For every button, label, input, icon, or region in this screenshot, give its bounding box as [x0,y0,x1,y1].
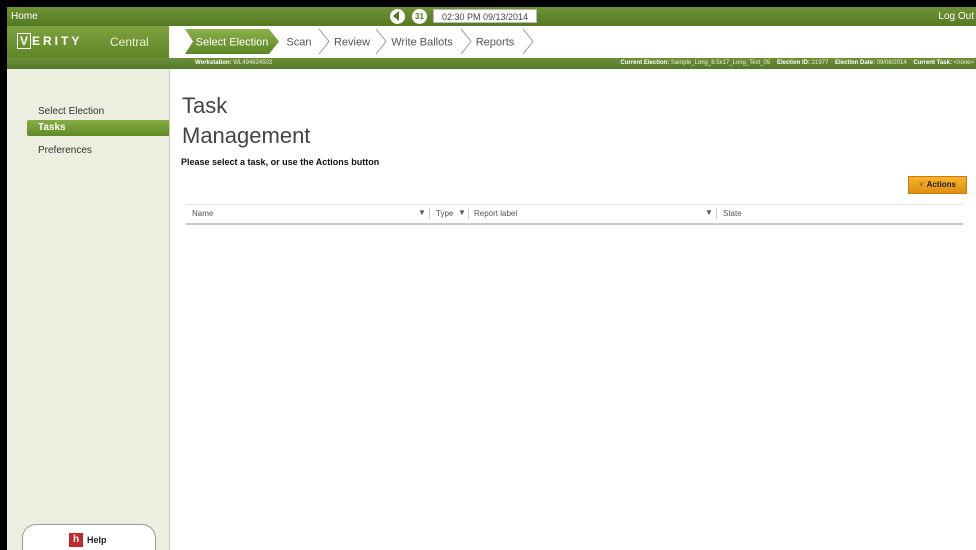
instruction-text: Please select a task, or use the Actions… [181,157,380,167]
sidebar-item-select-election[interactable]: Select Election [38,106,104,117]
chevron-right-icon [460,28,472,55]
page-title-line1: Task [182,93,228,118]
actions-label: Actions [926,180,956,189]
chevron-down-icon: ˅ [918,180,924,189]
election-info: Current Election: Sample_Long_8.5x17_Lon… [620,60,974,66]
calendar-icon[interactable]: 31 [412,9,427,24]
sidebar: Select Election Tasks Preferences h Help [7,69,170,550]
home-link[interactable]: Home [11,11,38,22]
task-table-header: Name ▼ Type ▼ Report label ▼ State [186,204,963,225]
filter-icon[interactable]: ▼ [418,208,426,217]
column-header-name[interactable]: Name [192,209,213,218]
step-write-ballots[interactable]: Write Ballots [391,37,453,49]
logout-link[interactable]: Log Out [938,11,974,22]
column-divider [716,208,717,219]
verity-logo: V ERITY [17,33,82,49]
main-content: Task Management Please select a task, or… [170,69,976,550]
workflow-steps: Select Election Scan Review Write Ballot… [185,28,534,55]
step-review[interactable]: Review [334,37,370,49]
column-divider [429,208,430,219]
back-icon[interactable] [390,9,405,24]
chevron-right-icon [318,28,330,55]
chevron-right-icon [522,28,534,55]
top-status-bar: Home 31 02:30 PM 09/13/2014 Log Out [7,7,976,26]
brand-logo: V ERITY Central [7,26,169,58]
sidebar-item-preferences[interactable]: Preferences [38,145,92,156]
step-select-election[interactable]: Select Election [196,37,269,49]
help-button[interactable]: h Help [22,524,156,550]
chevron-right-icon [375,28,387,55]
datetime-display: 02:30 PM 09/13/2014 [433,9,537,23]
app-window: Home 31 02:30 PM 09/13/2014 Log Out V ERI… [7,7,976,550]
page-title-line2: Management [182,123,311,148]
filter-icon[interactable]: ▼ [458,208,466,217]
help-icon: h [69,533,83,547]
product-name: Central [110,35,149,49]
sidebar-item-tasks[interactable]: Tasks [27,120,169,136]
step-reports[interactable]: Reports [476,37,515,49]
column-header-report-label[interactable]: Report label [474,209,517,218]
column-header-state[interactable]: State [723,209,742,218]
column-header-type[interactable]: Type [436,209,453,218]
workstation-info: Workstation: WL494824503 [195,60,273,66]
filter-icon[interactable]: ▼ [705,208,713,217]
actions-button[interactable]: ˅ Actions [908,176,967,194]
workflow-nav: V ERITY Central Select Election Scan Revi… [7,26,976,58]
column-divider [468,208,469,219]
help-label: Help [87,535,107,545]
step-scan[interactable]: Scan [286,37,311,49]
election-info-bar: Workstation: WL494824503 Current Electio… [7,58,976,69]
